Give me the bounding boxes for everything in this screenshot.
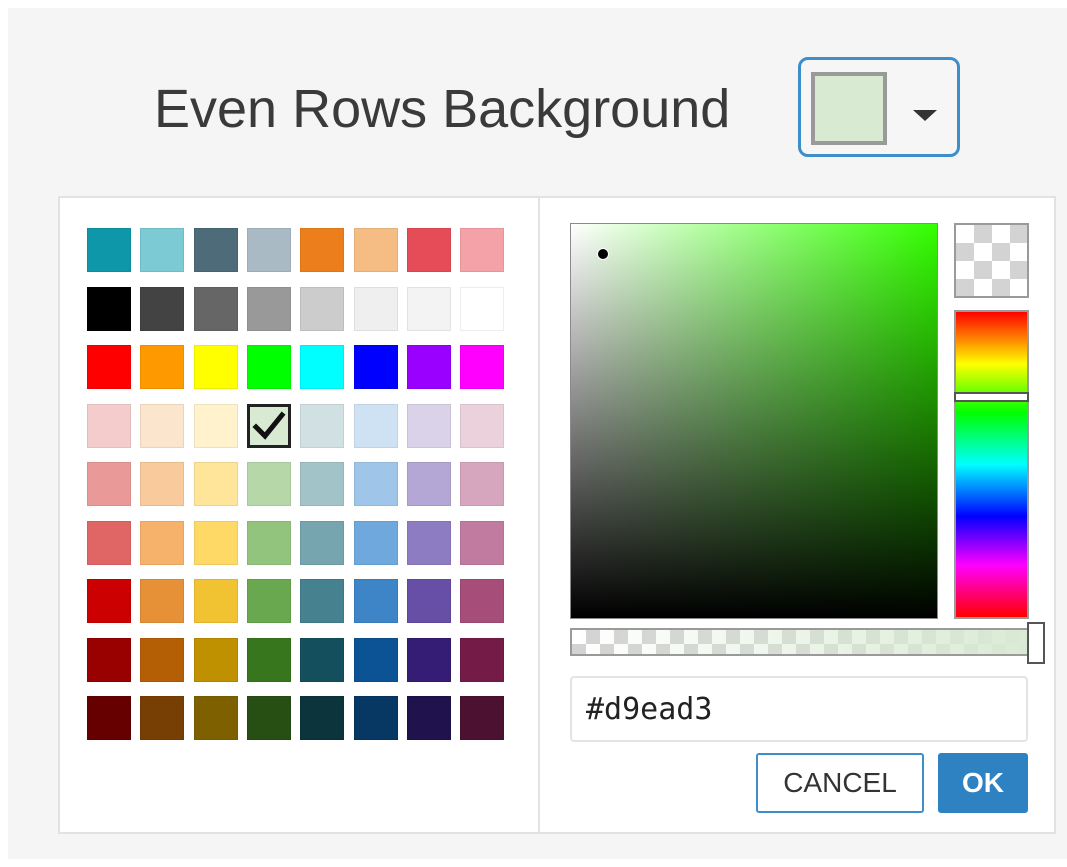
settings-panel: Even Rows Background CANCEL OK (8, 8, 1067, 859)
palette-swatch[interactable] (460, 404, 504, 448)
palette-swatch[interactable] (247, 638, 291, 682)
palette-swatch[interactable] (407, 462, 451, 506)
hex-color-input[interactable] (570, 676, 1028, 742)
palette-swatch[interactable] (194, 404, 238, 448)
color-palette (87, 228, 511, 748)
palette-swatch[interactable] (354, 521, 398, 565)
palette-swatch[interactable] (460, 638, 504, 682)
palette-swatch[interactable] (300, 404, 344, 448)
saturation-brightness-handle[interactable] (597, 248, 609, 260)
palette-swatch[interactable] (87, 579, 131, 623)
palette-swatch[interactable] (140, 404, 184, 448)
palette-swatch[interactable] (140, 462, 184, 506)
palette-swatch[interactable] (194, 462, 238, 506)
palette-swatch[interactable] (87, 228, 131, 272)
palette-swatch[interactable] (407, 404, 451, 448)
palette-swatch[interactable] (300, 579, 344, 623)
palette-swatch[interactable] (194, 579, 238, 623)
palette-swatch[interactable] (460, 228, 504, 272)
color-picker-popup: CANCEL OK (58, 196, 1056, 834)
palette-swatch[interactable] (300, 345, 344, 389)
palette-swatch[interactable] (460, 462, 504, 506)
palette-swatch[interactable] (194, 696, 238, 740)
palette-swatch[interactable] (354, 287, 398, 331)
palette-swatch[interactable] (354, 696, 398, 740)
palette-swatch[interactable] (407, 521, 451, 565)
current-color-swatch (811, 72, 887, 145)
palette-swatch[interactable] (194, 228, 238, 272)
palette-swatch[interactable] (247, 404, 291, 448)
hue-slider-handle[interactable] (954, 392, 1029, 402)
ok-button[interactable]: OK (938, 753, 1028, 813)
palette-swatch[interactable] (247, 579, 291, 623)
palette-swatch[interactable] (247, 696, 291, 740)
saturation-brightness-field[interactable] (570, 223, 938, 619)
palette-swatch[interactable] (354, 462, 398, 506)
transparent-color-swatch[interactable] (954, 223, 1029, 298)
palette-swatch[interactable] (300, 696, 344, 740)
color-dropdown-button[interactable] (798, 57, 960, 157)
setting-label: Even Rows Background (154, 79, 731, 139)
palette-swatch[interactable] (140, 345, 184, 389)
palette-swatch[interactable] (354, 638, 398, 682)
palette-swatch[interactable] (247, 521, 291, 565)
alpha-gradient (572, 630, 1038, 654)
palette-swatch[interactable] (300, 521, 344, 565)
palette-swatch[interactable] (194, 287, 238, 331)
palette-swatch[interactable] (87, 638, 131, 682)
palette-swatch[interactable] (87, 287, 131, 331)
palette-swatch[interactable] (247, 345, 291, 389)
palette-swatch[interactable] (354, 579, 398, 623)
alpha-slider-handle[interactable] (1027, 622, 1045, 664)
palette-swatch[interactable] (87, 462, 131, 506)
palette-swatch[interactable] (407, 345, 451, 389)
caret-down-icon (913, 110, 937, 121)
palette-swatch[interactable] (300, 287, 344, 331)
palette-swatch[interactable] (194, 638, 238, 682)
palette-swatch[interactable] (407, 287, 451, 331)
palette-swatch[interactable] (247, 228, 291, 272)
palette-swatch[interactable] (460, 521, 504, 565)
palette-swatch[interactable] (300, 228, 344, 272)
palette-swatch[interactable] (247, 287, 291, 331)
palette-swatch[interactable] (300, 462, 344, 506)
palette-swatch[interactable] (140, 228, 184, 272)
palette-swatch[interactable] (407, 638, 451, 682)
palette-swatch[interactable] (407, 579, 451, 623)
palette-swatch[interactable] (194, 345, 238, 389)
palette-swatch[interactable] (460, 579, 504, 623)
palette-swatch[interactable] (354, 228, 398, 272)
palette-swatch[interactable] (407, 228, 451, 272)
palette-swatch[interactable] (140, 287, 184, 331)
palette-swatch[interactable] (354, 345, 398, 389)
palette-swatch[interactable] (140, 696, 184, 740)
palette-swatch[interactable] (140, 521, 184, 565)
palette-swatch[interactable] (300, 638, 344, 682)
palette-swatch[interactable] (194, 521, 238, 565)
palette-swatch[interactable] (460, 345, 504, 389)
cancel-button[interactable]: CANCEL (756, 753, 924, 813)
palette-swatch[interactable] (247, 462, 291, 506)
palette-swatch[interactable] (460, 287, 504, 331)
palette-swatch[interactable] (354, 404, 398, 448)
palette-swatch[interactable] (407, 696, 451, 740)
hue-slider[interactable] (954, 310, 1029, 619)
alpha-slider[interactable] (570, 622, 1045, 664)
palette-swatch[interactable] (460, 696, 504, 740)
palette-swatch[interactable] (87, 696, 131, 740)
palette-swatch[interactable] (87, 521, 131, 565)
check-icon (252, 411, 286, 440)
palette-swatch[interactable] (87, 404, 131, 448)
palette-swatch[interactable] (140, 638, 184, 682)
palette-swatch[interactable] (140, 579, 184, 623)
panel-divider (538, 198, 540, 832)
palette-swatch[interactable] (87, 345, 131, 389)
